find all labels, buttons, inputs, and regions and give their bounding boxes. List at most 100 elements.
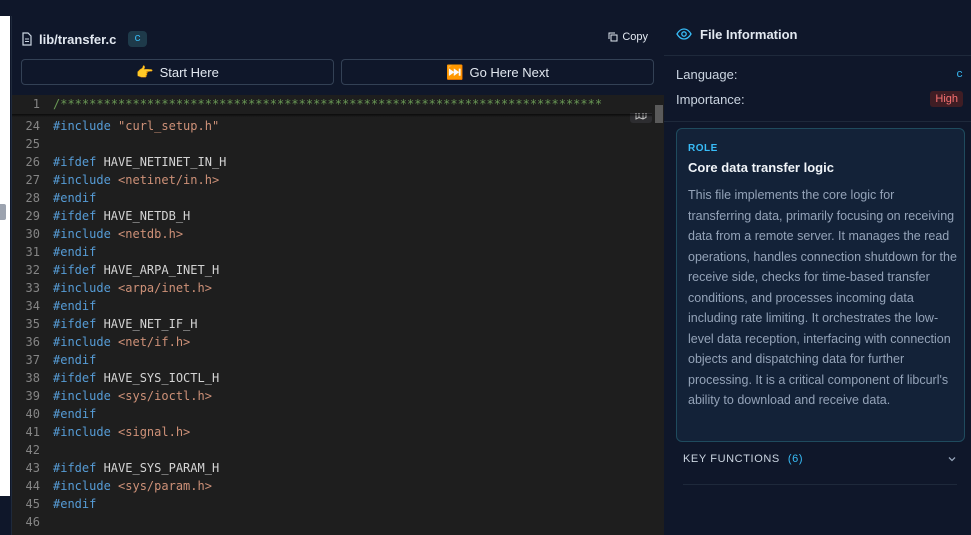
sticky-scroll-line: 1 /**************************************… (12, 95, 652, 113)
line-source: #endif (53, 495, 96, 513)
code-token: #ifdef (53, 263, 97, 277)
copy-label: Copy (622, 31, 648, 43)
code-viewer-panel: lib/transfer.c c Copy 👉 Start Here ⏭️ Go… (11, 16, 665, 535)
line-source: #ifdef HAVE_ARPA_INET_H (53, 261, 219, 279)
language-value: c (956, 68, 963, 81)
code-line: 26 #ifdef HAVE_NETINET_IN_H (12, 153, 652, 171)
line-number: 31 (25, 245, 40, 259)
line-number: 42 (25, 443, 40, 457)
code-token: #endif (53, 353, 97, 367)
line-number: 40 (25, 407, 40, 421)
code-token: HAVE_NETINET_IN_H (96, 155, 227, 169)
line-source: #endif (53, 405, 96, 423)
line-source: /***************************************… (53, 95, 602, 113)
code-token: #ifdef (53, 317, 97, 331)
line-number: 38 (25, 371, 40, 385)
line-source: #endif (53, 189, 96, 207)
resize-handle[interactable] (0, 204, 6, 220)
line-source: #include <netdb.h> (53, 225, 183, 243)
code-token: #include (53, 281, 111, 295)
line-number: 24 (25, 119, 40, 133)
line-source: #ifdef HAVE_NET_IF_H (53, 315, 198, 333)
key-functions-label: KEY FUNCTIONS (6) (683, 453, 804, 465)
code-token: #include (53, 173, 111, 187)
code-line: 33 #include <arpa/inet.h> (12, 279, 652, 297)
role-description: This file implements the core logic for … (688, 188, 957, 407)
code-token: #ifdef (53, 155, 97, 169)
line-source: #ifdef HAVE_NETDB_H (53, 207, 190, 225)
copy-icon (608, 32, 618, 42)
code-line: 46 (12, 513, 652, 531)
code-line: 25 (12, 135, 652, 153)
line-number: 46 (25, 515, 40, 529)
importance-label: Importance: (676, 91, 745, 107)
divider (664, 121, 971, 122)
pointing-hand-icon: 👉 (136, 63, 154, 80)
language-row: Language: c (676, 67, 963, 82)
code-token: #include (53, 227, 111, 241)
code-token: #include (53, 119, 111, 133)
file-info-title: File Information (700, 26, 798, 42)
code-line: 30 #include <netdb.h> (12, 225, 652, 243)
code-token: #ifdef (53, 461, 97, 475)
code-line: 42 (12, 441, 652, 459)
code-token: <netdb.h> (118, 227, 184, 241)
code-token: #include (53, 389, 111, 403)
key-functions-count: (6) (787, 453, 804, 465)
code-token: HAVE_SYS_IOCTL_H (96, 371, 220, 385)
code-token: #include (53, 335, 111, 349)
code-line: 28 #endif (12, 189, 652, 207)
code-line: 44 #include <sys/param.h> (12, 477, 652, 495)
code-line: 39 #include <sys/ioctl.h> (12, 387, 652, 405)
line-source: #endif (53, 351, 96, 369)
code-line: 41 #include <signal.h> (12, 423, 652, 441)
code-token: <sys/ioctl.h> (118, 389, 212, 403)
line-number: 43 (25, 461, 40, 475)
go-here-next-button[interactable]: ⏭️ Go Here Next (341, 59, 654, 85)
line-number: 45 (25, 497, 40, 511)
scrollbar-thumb[interactable] (655, 105, 663, 123)
line-number: 29 (25, 209, 40, 223)
code-editor[interactable]: 1 /**************************************… (12, 95, 664, 535)
code-token: #endif (53, 191, 97, 205)
code-scrollbar[interactable] (653, 95, 664, 535)
line-source: #ifdef HAVE_SYS_PARAM_H (53, 459, 219, 477)
key-functions-toggle[interactable]: KEY FUNCTIONS (6) (683, 453, 957, 465)
code-token: <netinet/in.h> (118, 173, 220, 187)
code-token: HAVE_ARPA_INET_H (96, 263, 220, 277)
code-token: HAVE_NETDB_H (96, 209, 191, 223)
code-token: #include (53, 479, 111, 493)
line-number: 39 (25, 389, 40, 403)
top-bar (0, 0, 971, 16)
importance-row: Importance: High (676, 91, 963, 107)
code-line: 38 #ifdef HAVE_SYS_IOCTL_H (12, 369, 652, 387)
code-token: #include (53, 425, 111, 439)
code-token: "curl_setup.h" (118, 119, 220, 133)
code-line: 40 #endif (12, 405, 652, 423)
start-here-button[interactable]: 👉 Start Here (21, 59, 334, 85)
divider (683, 484, 957, 485)
line-number: 28 (25, 191, 40, 205)
code-line: 43 #ifdef HAVE_SYS_PARAM_H (12, 459, 652, 477)
code-token: <sys/param.h> (118, 479, 212, 493)
line-number: 30 (25, 227, 40, 241)
code-token: HAVE_NET_IF_H (96, 317, 198, 331)
eye-icon (676, 28, 692, 40)
file-icon (22, 32, 32, 46)
code-line: 27 #include <netinet/in.h> (12, 171, 652, 189)
line-source: #include <arpa/inet.h> (53, 279, 212, 297)
code-line: 45 #endif (12, 495, 652, 513)
line-number: 27 (25, 173, 40, 187)
code-line: 34 #endif (12, 297, 652, 315)
copy-button[interactable]: Copy (608, 31, 648, 43)
code-line: 36 #include <net/if.h> (12, 333, 652, 351)
chevron-down-icon (948, 457, 956, 462)
start-here-label: Start Here (159, 64, 219, 80)
code-token: #endif (53, 497, 97, 511)
code-token: #endif (53, 245, 97, 259)
